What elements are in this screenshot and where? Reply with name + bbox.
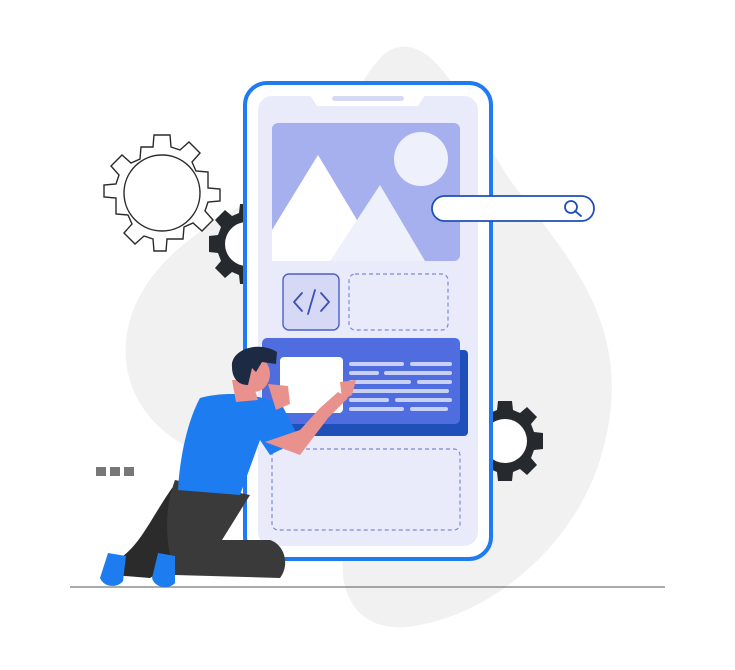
more-dots-icon	[96, 467, 134, 476]
code-brackets-icon[interactable]	[282, 273, 340, 331]
app-development-illustration	[70, 46, 665, 628]
search-bar[interactable]	[431, 195, 595, 222]
image-placeholder-icon	[272, 123, 460, 261]
content-card[interactable]	[262, 338, 468, 436]
